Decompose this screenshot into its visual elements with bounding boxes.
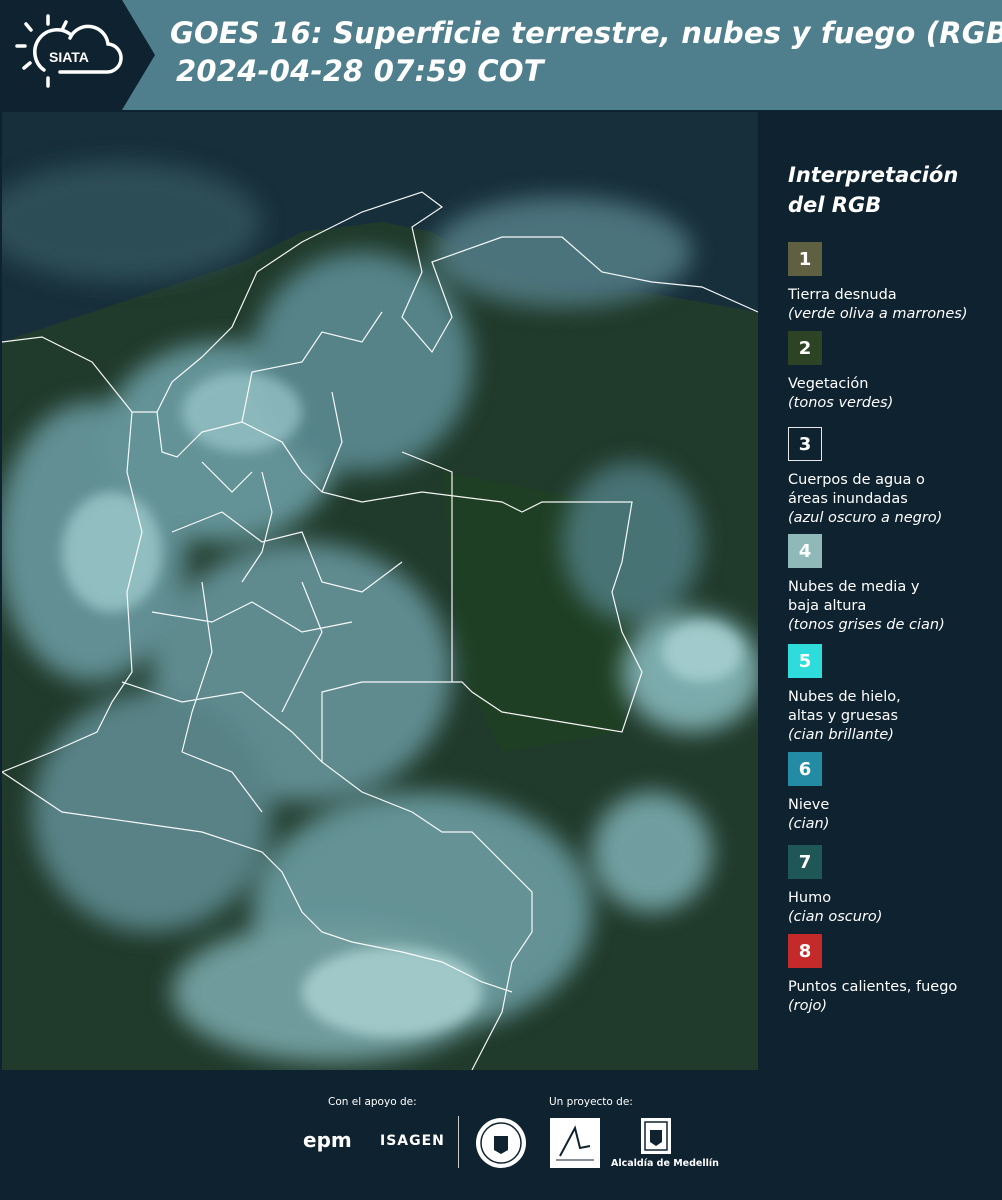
legend-item: 2 Vegetación (tonos verdes) bbox=[788, 331, 993, 413]
satellite-map bbox=[2, 112, 758, 1070]
legend-panel: Interpretación del RGB 1 Tierra desnuda (v… bbox=[760, 112, 1002, 1070]
alcaldia-shield-icon bbox=[641, 1118, 671, 1154]
legend-note: (rojo) bbox=[788, 998, 828, 1014]
legend-item: 7 Humo (cian oscuro) bbox=[788, 845, 993, 927]
legend-swatch: 8 bbox=[788, 934, 822, 968]
isagen-logo: ISAGEN bbox=[380, 1133, 445, 1149]
legend-swatch: 3 bbox=[788, 427, 822, 461]
legend-item: 3 Cuerpos de agua o áreas inundadas (azul … bbox=[788, 427, 993, 528]
epm-logo: epm bbox=[303, 1128, 352, 1152]
legend-label: Humo bbox=[788, 890, 832, 906]
legend-note: (cian brillante) bbox=[788, 727, 894, 743]
sun-cloud-icon: SIATA bbox=[15, 14, 123, 88]
legend-label: Tierra desnuda bbox=[788, 287, 897, 303]
footer-divider bbox=[458, 1116, 459, 1168]
legend-swatch: 2 bbox=[788, 331, 822, 365]
legend-swatch: 7 bbox=[788, 845, 822, 879]
svg-text:SIATA: SIATA bbox=[49, 49, 89, 65]
legend-swatch: 5 bbox=[788, 644, 822, 678]
satellite-image bbox=[2, 112, 758, 1070]
legend-swatch: 1 bbox=[788, 242, 822, 276]
area-metropolitana-logo-icon bbox=[550, 1118, 600, 1168]
footer: Con el apoyo de: Un proyecto de: epm ISA… bbox=[0, 1070, 1002, 1200]
university-seal-icon bbox=[476, 1118, 526, 1168]
legend-label: Nubes de hielo, altas y gruesas bbox=[788, 689, 901, 724]
legend-note: (verde oliva a marrones) bbox=[788, 306, 968, 322]
siata-logo: SIATA bbox=[0, 0, 155, 110]
legend-item: 6 Nieve (cian) bbox=[788, 752, 993, 834]
legend-note: (cian oscuro) bbox=[788, 909, 883, 925]
legend-item: 4 Nubes de media y baja altura (tonos gris… bbox=[788, 534, 993, 635]
legend-swatch: 4 bbox=[788, 534, 822, 568]
legend-title: Interpretación del RGB bbox=[788, 163, 959, 217]
legend-note: (tonos grises de cian) bbox=[788, 617, 945, 633]
alcaldia-label: Alcaldía de Medellín bbox=[611, 1158, 719, 1169]
support-label: Con el apoyo de: bbox=[328, 1096, 417, 1108]
legend-label: Nubes de media y baja altura bbox=[788, 579, 920, 614]
legend-note: (cian) bbox=[788, 816, 830, 832]
legend-item: 5 Nubes de hielo, altas y gruesas (cian br… bbox=[788, 644, 993, 745]
legend-label: Nieve bbox=[788, 797, 830, 813]
legend-item: 1 Tierra desnuda (verde oliva a marrones) bbox=[788, 242, 993, 324]
legend-item: 8 Puntos calientes, fuego (rojo) bbox=[788, 934, 993, 1016]
legend-label: Vegetación bbox=[788, 376, 869, 392]
project-label: Un proyecto de: bbox=[549, 1096, 633, 1108]
legend-swatch: 6 bbox=[788, 752, 822, 786]
legend-note: (tonos verdes) bbox=[788, 395, 894, 411]
legend-label: Cuerpos de agua o áreas inundadas bbox=[788, 472, 925, 507]
legend-label: Puntos calientes, fuego bbox=[788, 979, 958, 995]
timestamp: 2024-04-28 07:59 COT bbox=[176, 54, 544, 88]
header: SIATA GOES 16: Superficie terrestre, nub… bbox=[0, 0, 1002, 110]
page-title: GOES 16: Superficie terrestre, nubes y f… bbox=[170, 16, 1002, 50]
legend-note: (azul oscuro a negro) bbox=[788, 510, 943, 526]
